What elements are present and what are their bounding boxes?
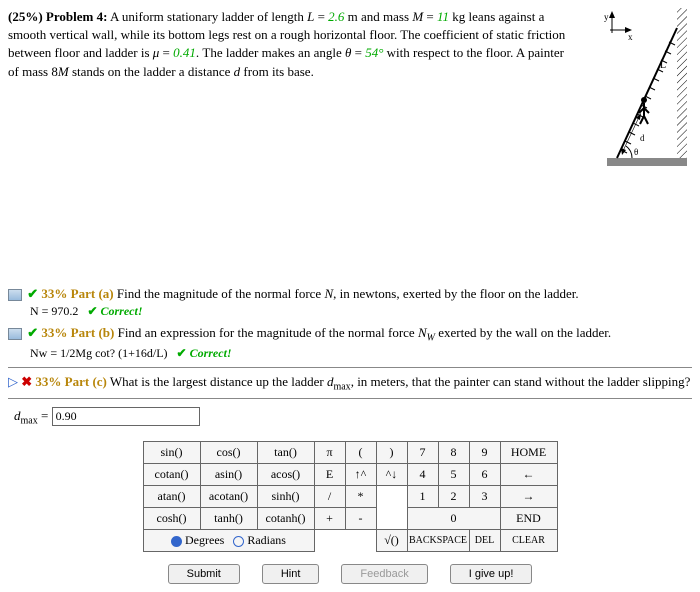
key-lparen[interactable]: (	[345, 441, 376, 463]
radio-degrees-icon[interactable]	[171, 536, 182, 547]
key-backspace[interactable]: BACKSPACE	[407, 529, 469, 551]
key-cotan[interactable]: cotan()	[143, 463, 200, 485]
key-sqrt[interactable]: √()	[376, 529, 407, 551]
keypad: sin() cos() tan() π ( ) 7 8 9 HOME cotan…	[143, 441, 558, 552]
submit-button[interactable]: Submit	[168, 564, 240, 584]
key-4[interactable]: 4	[407, 463, 438, 485]
key-plus[interactable]: +	[314, 507, 345, 529]
key-left[interactable]: ←	[500, 463, 557, 485]
key-right[interactable]: →	[500, 485, 557, 507]
dmax-input[interactable]	[52, 407, 200, 426]
key-asin[interactable]: asin()	[200, 463, 257, 485]
key-atan[interactable]: atan()	[143, 485, 200, 507]
key-acos[interactable]: acos()	[257, 463, 314, 485]
key-sinh[interactable]: sinh()	[257, 485, 314, 507]
correct-label: Correct!	[190, 346, 232, 360]
key-acotan[interactable]: acotan()	[200, 485, 257, 507]
feedback-button: Feedback	[341, 564, 427, 584]
part-b: ✔ 33% Part (b) Find an expression for th…	[8, 325, 692, 344]
check-icon: ✔	[87, 304, 97, 318]
key-minus[interactable]: -	[345, 507, 376, 529]
radio-radians-icon[interactable]	[233, 536, 244, 547]
part-a-answer: N = 970.2	[30, 304, 78, 318]
key-sup[interactable]: ↑^	[345, 463, 376, 485]
angle-mode[interactable]: Degrees Radians	[143, 529, 314, 551]
key-8[interactable]: 8	[438, 441, 469, 463]
key-1[interactable]: 1	[407, 485, 438, 507]
key-2[interactable]: 2	[438, 485, 469, 507]
key-mul[interactable]: *	[345, 485, 376, 507]
check-icon: ✔	[27, 286, 38, 301]
part-c: ▷ ✖ 33% Part (c) What is the largest dis…	[8, 374, 692, 393]
figure-y-label: y	[604, 12, 609, 22]
part-icon[interactable]	[8, 328, 22, 340]
check-icon: ✔	[27, 325, 38, 340]
key-cos[interactable]: cos()	[200, 441, 257, 463]
ladder-figure: y x L d θ	[582, 8, 692, 172]
key-end[interactable]: END	[500, 507, 557, 529]
figure-d-label: d	[640, 133, 645, 143]
key-del[interactable]: DEL	[469, 529, 500, 551]
part-a: ✔ 33% Part (a) Find the magnitude of the…	[8, 286, 692, 302]
figure-x-label: x	[628, 32, 633, 42]
key-cotanh[interactable]: cotanh()	[257, 507, 314, 529]
key-9[interactable]: 9	[469, 441, 500, 463]
giveup-button[interactable]: I give up!	[450, 564, 533, 584]
check-icon: ✔	[177, 346, 187, 360]
key-tan[interactable]: tan()	[257, 441, 314, 463]
key-sin[interactable]: sin()	[143, 441, 200, 463]
key-E[interactable]: E	[314, 463, 345, 485]
figure-L-label: L	[660, 60, 666, 71]
key-0[interactable]: 0	[407, 507, 500, 529]
key-clear[interactable]: CLEAR	[500, 529, 557, 551]
key-sub[interactable]: ^↓	[376, 463, 407, 485]
figure-theta-label: θ	[634, 147, 638, 157]
key-5[interactable]: 5	[438, 463, 469, 485]
part-b-answer: Nᴡ = 1/2Mg cot? (1+16d/L)	[30, 346, 168, 360]
key-3[interactable]: 3	[469, 485, 500, 507]
key-tanh[interactable]: tanh()	[200, 507, 257, 529]
part-icon[interactable]	[8, 289, 22, 301]
problem-statement: (25%) Problem 4: A uniform stationary la…	[8, 8, 576, 172]
key-6[interactable]: 6	[469, 463, 500, 485]
key-pi[interactable]: π	[314, 441, 345, 463]
correct-label: Correct!	[101, 304, 143, 318]
key-cosh[interactable]: cosh()	[143, 507, 200, 529]
x-icon: ✖	[21, 374, 32, 389]
key-home[interactable]: HOME	[500, 441, 557, 463]
key-rparen[interactable]: )	[376, 441, 407, 463]
key-7[interactable]: 7	[407, 441, 438, 463]
key-div[interactable]: /	[314, 485, 345, 507]
hint-button[interactable]: Hint	[262, 564, 320, 584]
